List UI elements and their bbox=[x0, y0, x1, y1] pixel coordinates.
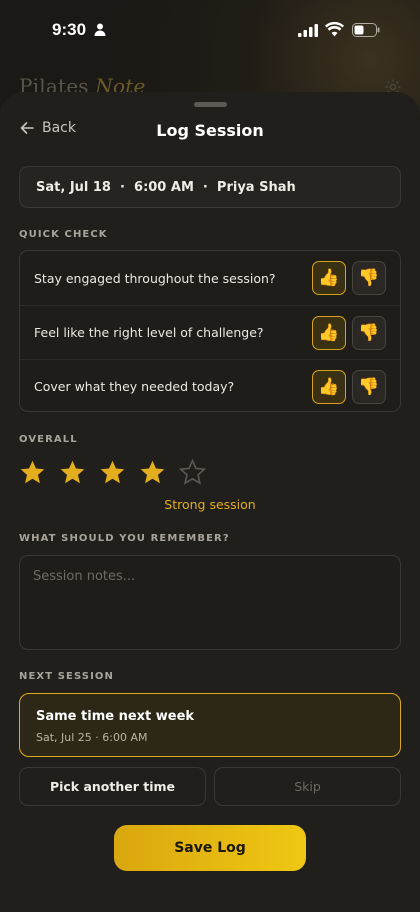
sheet-grabber[interactable] bbox=[194, 102, 227, 107]
battery-icon bbox=[352, 23, 380, 37]
next-session-option-same-time[interactable]: Same time next week Sat, Jul 25 · 6:00 A… bbox=[19, 693, 401, 757]
session-notes-input[interactable] bbox=[33, 569, 387, 636]
sheet-header: Back Log Session bbox=[0, 120, 420, 146]
thumbs-down-button[interactable]: 👎 bbox=[352, 315, 386, 350]
next-session-main: Same time next week bbox=[36, 709, 195, 724]
quick-check-label: QUICK CHECK bbox=[19, 229, 108, 240]
star-empty-icon[interactable] bbox=[179, 459, 206, 486]
next-session-actions: Pick another time Skip bbox=[19, 767, 401, 806]
star-filled-icon[interactable] bbox=[19, 459, 46, 486]
thumbs-down-button[interactable]: 👎 bbox=[352, 369, 386, 404]
star-rating bbox=[19, 459, 206, 486]
rating-text: Strong session bbox=[164, 497, 256, 512]
wifi-icon bbox=[325, 22, 344, 37]
status-time: 9:30 bbox=[52, 20, 87, 39]
thumbs-up-button[interactable]: 👍 bbox=[312, 369, 346, 404]
check-question: Stay engaged throughout the session? bbox=[34, 270, 276, 286]
skip-button[interactable]: Skip bbox=[214, 767, 401, 806]
session-summary: Sat, Jul 18 · 6:00 AM · Priya Shah bbox=[19, 166, 401, 208]
check-row: Feel like the right level of challenge? … bbox=[20, 305, 400, 359]
notes-label: WHAT SHOULD YOU REMEMBER? bbox=[19, 533, 230, 544]
check-question: Feel like the right level of challenge? bbox=[34, 325, 264, 340]
next-session-label: NEXT SESSION bbox=[19, 671, 114, 682]
cellular-signal-icon bbox=[298, 24, 318, 37]
star-filled-icon[interactable] bbox=[139, 459, 166, 486]
check-row: Stay engaged throughout the session? 👍 👎 bbox=[20, 251, 400, 305]
save-log-button[interactable]: Save Log bbox=[114, 825, 306, 871]
check-question: Cover what they needed today? bbox=[34, 379, 235, 394]
quick-check-card: Stay engaged throughout the session? 👍 👎… bbox=[19, 250, 401, 412]
person-icon bbox=[94, 23, 106, 36]
log-session-sheet: Back Log Session Sat, Jul 18 · 6:00 AM ·… bbox=[0, 92, 420, 912]
pick-another-time-button[interactable]: Pick another time bbox=[19, 767, 206, 806]
star-filled-icon[interactable] bbox=[59, 459, 86, 486]
next-session-sub: Sat, Jul 25 · 6:00 AM bbox=[36, 731, 148, 744]
page-title: Log Session bbox=[156, 121, 264, 140]
thumbs-up-button[interactable]: 👍 bbox=[312, 261, 346, 295]
status-bar: 9:30 bbox=[0, 0, 420, 60]
check-row: Cover what they needed today? 👍 👎 bbox=[20, 359, 400, 413]
thumbs-up-button[interactable]: 👍 bbox=[312, 315, 346, 350]
star-filled-icon[interactable] bbox=[99, 459, 126, 486]
thumbs-down-button[interactable]: 👎 bbox=[352, 261, 386, 295]
overall-label: OVERALL bbox=[19, 434, 78, 445]
notes-box bbox=[19, 555, 401, 650]
